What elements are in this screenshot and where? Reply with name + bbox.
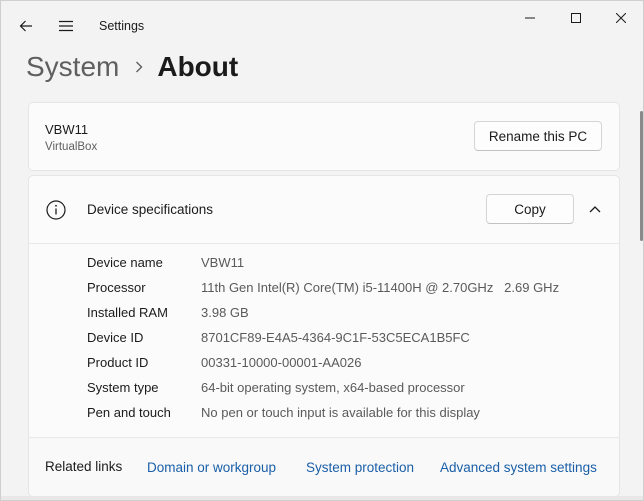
close-button[interactable]: [598, 1, 643, 35]
info-icon: [46, 200, 66, 220]
spec-label: Processor: [87, 280, 146, 295]
device-specifications-title: Device specifications: [87, 202, 214, 217]
scrollbar-thumb[interactable]: [640, 111, 643, 241]
pc-model: VirtualBox: [45, 141, 98, 153]
pc-name-card: VBW11 VirtualBox Rename this PC: [28, 102, 620, 171]
device-specifications-header[interactable]: Device specifications Copy: [29, 176, 619, 244]
spec-row-processor: Processor 11th Gen Intel(R) Core(TM) i5-…: [87, 280, 559, 300]
spec-label: System type: [87, 380, 159, 395]
close-icon: [616, 13, 626, 23]
navigation-menu-button[interactable]: [51, 12, 81, 40]
page-title: About: [157, 51, 239, 82]
back-arrow-icon: [19, 20, 32, 32]
copy-button[interactable]: Copy: [486, 194, 574, 224]
system-protection-link[interactable]: System protection: [306, 460, 414, 475]
spec-row-pen-and-touch: Pen and touch No pen or touch input is a…: [87, 405, 480, 425]
spec-label: Device name: [87, 255, 163, 270]
spec-value: No pen or touch input is available for t…: [201, 405, 480, 420]
spec-value: 00331-10000-00001-AA026: [201, 355, 362, 370]
related-links-label: Related links: [45, 459, 123, 474]
domain-or-workgroup-link[interactable]: Domain or workgroup: [147, 460, 276, 475]
maximize-icon: [571, 13, 581, 23]
spec-row-device-id: Device ID 8701CF89-E4A5-4364-9C1F-53C5EC…: [87, 330, 470, 350]
back-button[interactable]: [11, 12, 41, 40]
breadcrumb-system[interactable]: System: [26, 51, 119, 83]
chevron-right-icon: [135, 61, 143, 73]
maximize-button[interactable]: [553, 1, 599, 35]
spec-value: 8701CF89-E4A5-4364-9C1F-53C5ECA1B5FC: [201, 330, 470, 345]
spec-label: Installed RAM: [87, 305, 168, 320]
spec-label: Product ID: [87, 355, 149, 370]
settings-window: Settings System About VBW11 VirtualBox R…: [0, 0, 644, 501]
advanced-system-settings-link[interactable]: Advanced system settings: [440, 460, 597, 475]
spec-value: 3.98 GB: [201, 305, 249, 320]
spec-label: Pen and touch: [87, 405, 171, 420]
spec-row-product-id: Product ID 00331-10000-00001-AA026: [87, 355, 361, 375]
spec-value: 64-bit operating system, x64-based proce…: [201, 380, 465, 395]
title-bar: Settings: [1, 1, 643, 49]
rename-pc-button[interactable]: Rename this PC: [474, 121, 602, 151]
hamburger-menu-icon: [59, 20, 73, 32]
spec-value: VBW11: [201, 255, 245, 270]
pc-name: VBW11: [45, 122, 89, 137]
related-links-bar: Related links Domain or workgroup System…: [29, 437, 619, 496]
minimize-button[interactable]: [507, 1, 553, 35]
spec-row-device-name: Device name VBW11: [87, 255, 244, 275]
breadcrumb: System About: [26, 47, 238, 87]
spec-row-system-type: System type 64-bit operating system, x64…: [87, 380, 465, 400]
chevron-up-icon[interactable]: [584, 198, 606, 220]
content-bottom-edge: [1, 496, 643, 500]
app-title: Settings: [99, 19, 145, 33]
device-specifications-card: Device specifications Copy Device name V…: [28, 175, 620, 497]
spec-row-installed-ram: Installed RAM 3.98 GB: [87, 305, 249, 325]
spec-label: Device ID: [87, 330, 144, 345]
minimize-icon: [525, 17, 535, 19]
spec-value: 11th Gen Intel(R) Core(TM) i5-11400H @ 2…: [201, 280, 560, 295]
